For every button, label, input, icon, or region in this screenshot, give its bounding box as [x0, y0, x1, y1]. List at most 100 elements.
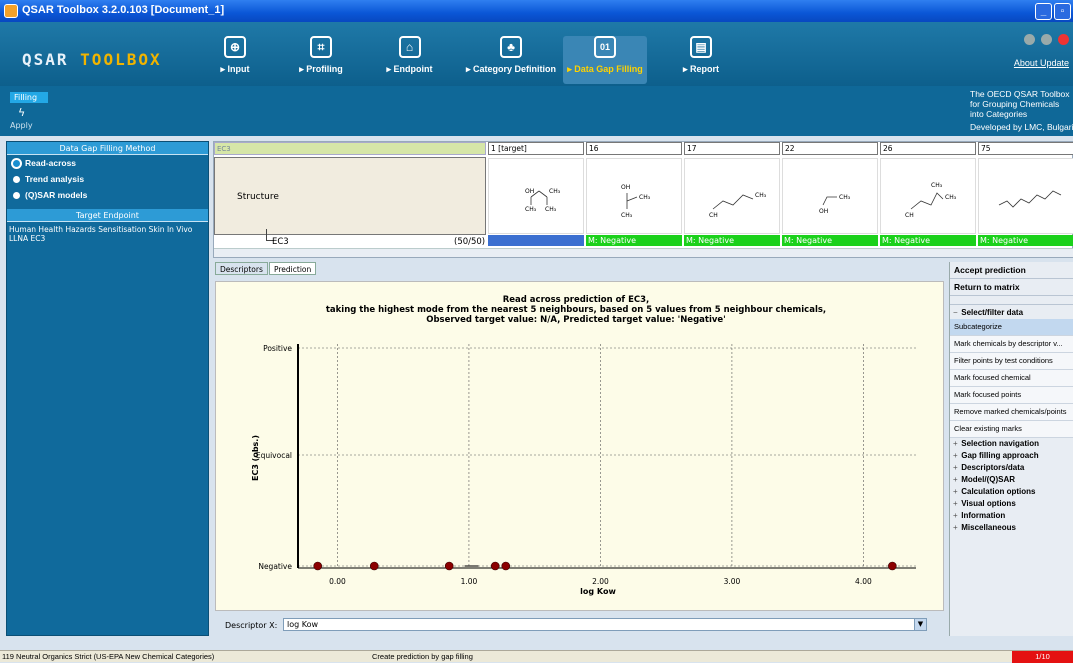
mark-by-descriptor-button[interactable]: Mark chemicals by descriptor v...	[950, 336, 1073, 353]
y-tick-label: Negative	[258, 562, 292, 571]
section-selection-navigation[interactable]: + Selection navigation	[950, 438, 1073, 450]
data-point[interactable]	[313, 561, 323, 571]
nav-data-gap-filling[interactable]: 01 ▸ Data Gap Filling	[563, 36, 647, 84]
svg-text:CH₃: CH₃	[839, 194, 851, 201]
section-gap-filling-approach[interactable]: + Gap filling approach	[950, 450, 1073, 462]
profiling-icon: ⌗	[310, 36, 332, 58]
close-doc-icon[interactable]	[1058, 34, 1069, 45]
method-read-across[interactable]: Read-across	[7, 155, 208, 171]
update-link[interactable]: Update	[1040, 58, 1069, 68]
sub-toolbar: Filling ϟ Apply The OECD QSAR Toolbox fo…	[0, 86, 1073, 136]
window-title: QSAR Toolbox 3.2.0.103 [Document_1]	[22, 4, 225, 16]
tab-descriptors[interactable]: Descriptors	[215, 262, 268, 275]
svg-text:CH₃: CH₃	[621, 212, 633, 219]
filter-points-button[interactable]: Filter points by test conditions	[950, 353, 1073, 370]
nav-input[interactable]: ⊕ ▸ Input	[215, 36, 255, 84]
subcategorize-button[interactable]: Subcategorize	[950, 319, 1073, 336]
tab-prediction[interactable]: Prediction	[269, 262, 317, 275]
chart-title: Read across prediction of EC3,	[503, 295, 650, 305]
structure-image[interactable]: CH₃ CH₃ CH	[880, 158, 976, 234]
chevron-down-icon[interactable]: ▼	[914, 619, 926, 630]
left-panel: Data Gap Filling Method Read-across Tren…	[6, 141, 209, 636]
structure-image[interactable]	[978, 158, 1073, 234]
clear-marks-button[interactable]: Clear existing marks	[950, 421, 1073, 438]
right-action-panel: Accept prediction Return to matrix − Sel…	[949, 262, 1073, 636]
nav-endpoint[interactable]: ⌂ ▸ Endpoint	[382, 36, 437, 84]
section-calculation-options[interactable]: + Calculation options	[950, 486, 1073, 498]
x-axis-label: log Kow	[580, 587, 616, 596]
nav-report[interactable]: ▤ ▸ Report	[678, 36, 724, 84]
column-header[interactable]: 75	[978, 142, 1073, 155]
forward-icon[interactable]	[1041, 34, 1053, 45]
svg-text:CH₃: CH₃	[525, 206, 537, 213]
apply-button[interactable]: Apply	[10, 121, 33, 130]
return-to-matrix-button[interactable]: Return to matrix	[950, 279, 1073, 296]
x-tick-label: 2.00	[592, 577, 609, 586]
target-endpoint-text: Human Health Hazards Sensitisation Skin …	[9, 225, 193, 243]
chart-subtitle-2: Observed target value: N/A, Predicted ta…	[426, 315, 726, 325]
maximize-button[interactable]: ▫	[1054, 3, 1071, 20]
method-trend-analysis[interactable]: Trend analysis	[7, 171, 208, 187]
column-header[interactable]: 26	[880, 142, 976, 155]
app-logo: QSAR TOOLBOX	[22, 50, 162, 69]
select-filter-section[interactable]: − Select/filter data	[950, 304, 1073, 319]
value-cell[interactable]: M: Negative	[880, 235, 976, 246]
descriptor-x-select[interactable]: log Kow ▼	[283, 618, 927, 631]
matrix-endpoint-header: EC3	[214, 142, 486, 155]
structure-image[interactable]: OH CH₃ CH₃	[586, 158, 682, 234]
svg-text:OH: OH	[525, 188, 534, 195]
about-link[interactable]: About	[1014, 58, 1038, 68]
value-cell[interactable]: M: Negative	[782, 235, 878, 246]
svg-text:CH₃: CH₃	[931, 182, 943, 189]
minimize-button[interactable]: _	[1035, 3, 1052, 20]
y-tick-label: Positive	[263, 344, 292, 353]
value-cell[interactable]: M: Negative	[586, 235, 682, 246]
x-tick-label: 1.00	[461, 577, 478, 586]
matrix-horizontal-scrollbar[interactable]	[214, 248, 1073, 257]
endpoint-icon: ⌂	[398, 36, 421, 58]
column-header[interactable]: 1 [target]	[488, 142, 584, 155]
accept-prediction-button[interactable]: Accept prediction	[950, 262, 1073, 279]
nav-profiling[interactable]: ⌗ ▸ Profiling	[296, 36, 346, 84]
data-point[interactable]	[369, 561, 379, 571]
filling-tab[interactable]: Filling	[10, 92, 48, 103]
data-point[interactable]	[444, 561, 454, 571]
remove-marked-button[interactable]: Remove marked chemicals/points	[950, 404, 1073, 421]
data-point[interactable]	[501, 561, 511, 571]
structure-image[interactable]: OH CH₃ CH₃ CH₃	[488, 158, 584, 234]
input-icon: ⊕	[224, 36, 246, 58]
mark-focused-points-button[interactable]: Mark focused points	[950, 387, 1073, 404]
data-point[interactable]	[888, 561, 897, 571]
window-title-bar: QSAR Toolbox 3.2.0.103 [Document_1] _ ▫	[0, 0, 1073, 22]
report-icon: ▤	[690, 36, 712, 58]
column-header[interactable]: 16	[586, 142, 682, 155]
data-matrix: EC3 1 [target] 16 17 22 26 75 Structure …	[213, 141, 1073, 258]
lightning-icon[interactable]: ϟ	[18, 106, 25, 119]
value-cell[interactable]: M: Negative	[978, 235, 1073, 246]
main-tabs: Descriptors Prediction	[213, 262, 949, 276]
status-message: Create prediction by gap filling	[372, 652, 473, 661]
mark-focused-chemical-button[interactable]: Mark focused chemical	[950, 370, 1073, 387]
column-header[interactable]: 17	[684, 142, 780, 155]
data-point[interactable]	[490, 561, 500, 571]
ribbon: QSAR TOOLBOX ⊕ ▸ Input ⌗ ▸ Profiling ⌂ ▸…	[0, 22, 1073, 86]
nav-category-definition[interactable]: ♣ ▸ Category Definition	[462, 36, 560, 84]
value-cell[interactable]: M: Negative	[684, 235, 780, 246]
structure-image[interactable]: CH₃ OH	[782, 158, 878, 234]
section-descriptors-data[interactable]: + Descriptors/data	[950, 462, 1073, 474]
svg-text:CH₃: CH₃	[549, 188, 561, 195]
section-information[interactable]: + Information	[950, 510, 1073, 522]
section-model-qsar[interactable]: + Model/(Q)SAR	[950, 474, 1073, 486]
back-icon[interactable]	[1024, 34, 1036, 45]
svg-text:OH: OH	[819, 208, 828, 215]
method-qsar-models[interactable]: (Q)SAR models	[7, 187, 208, 203]
status-bar: 119 Neutral Organics Strict (US-EPA New …	[0, 650, 1073, 663]
x-tick-labels: 0.00 1.00 2.00 3.00 4.00	[329, 577, 872, 586]
method-header: Data Gap Filling Method	[7, 142, 208, 155]
column-header[interactable]: 22	[782, 142, 878, 155]
structure-image[interactable]: CH₃ CH	[684, 158, 780, 234]
section-visual-options[interactable]: + Visual options	[950, 498, 1073, 510]
target-value-cell[interactable]	[488, 235, 584, 246]
x-tick-label: 0.00	[329, 577, 346, 586]
section-miscellaneous[interactable]: + Miscellaneous	[950, 522, 1073, 534]
